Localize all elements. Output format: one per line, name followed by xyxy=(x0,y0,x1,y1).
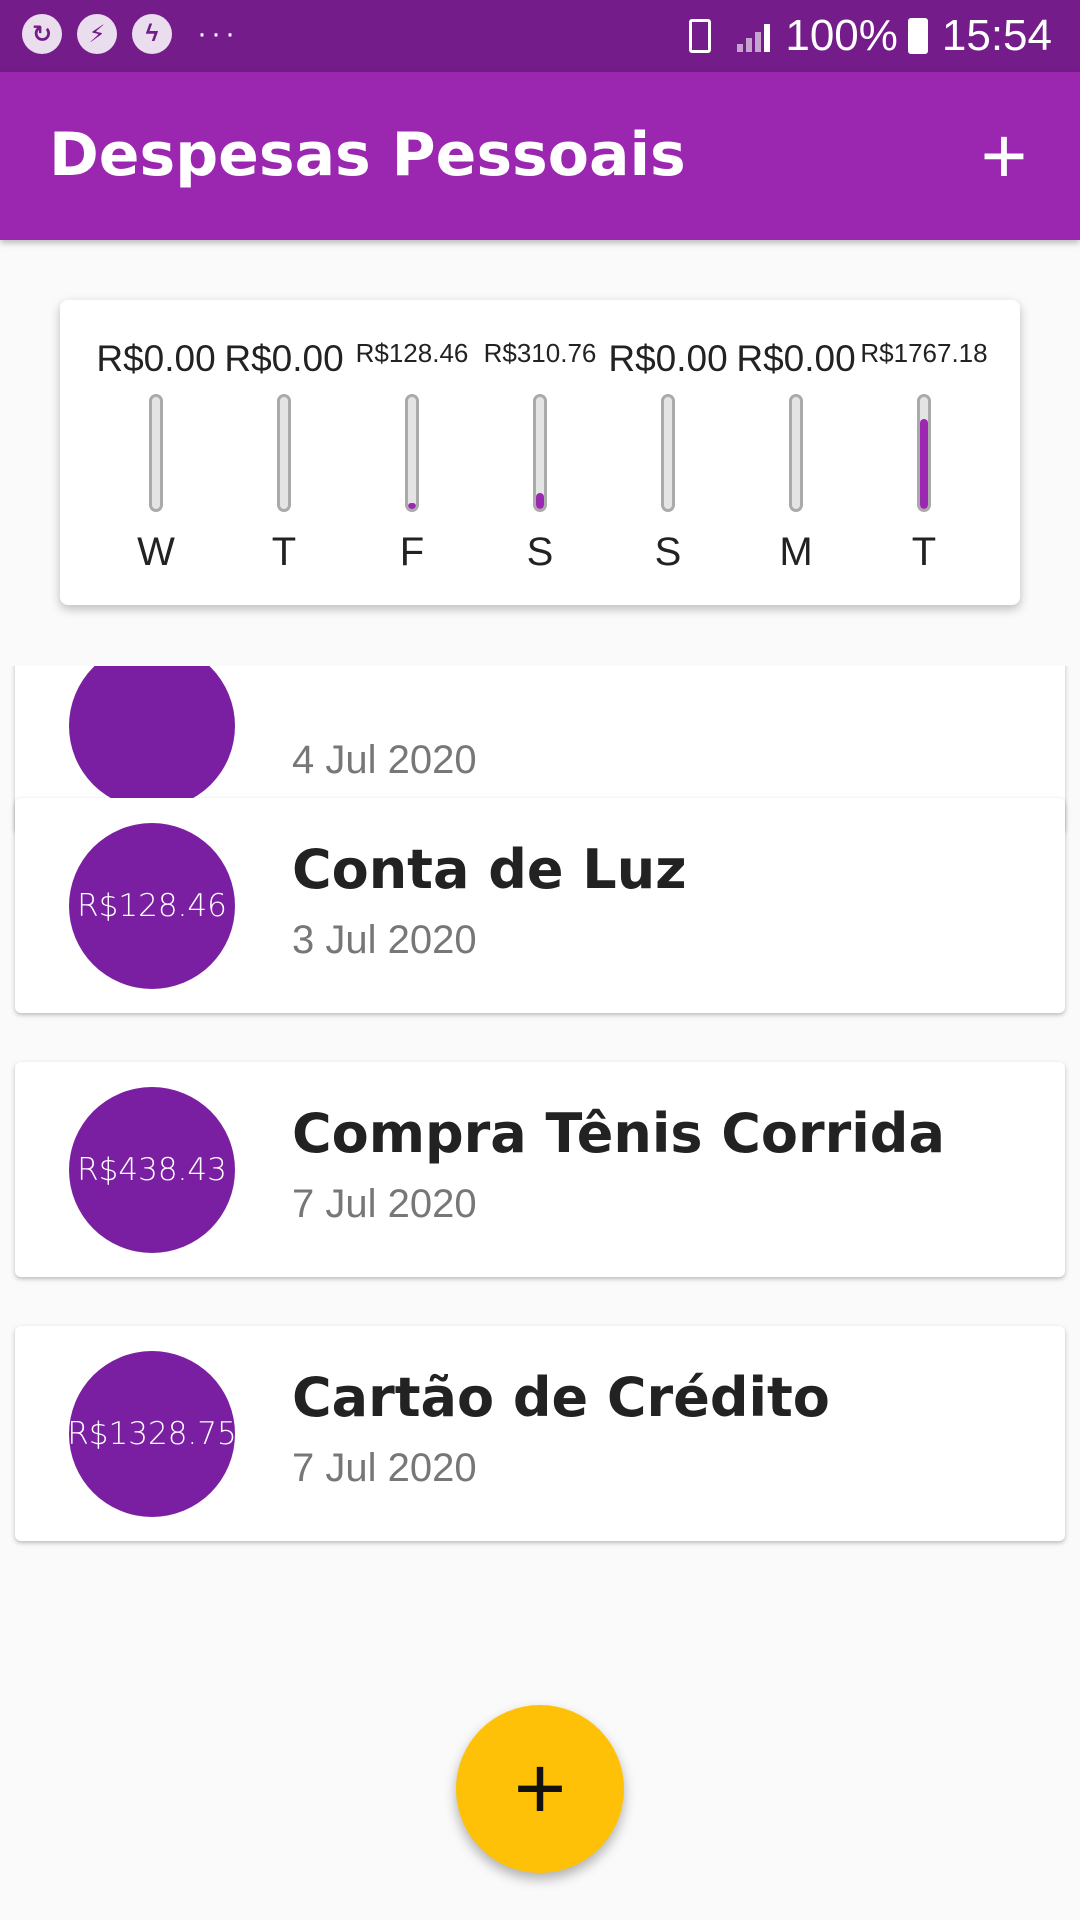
chart-day-column: R$0.00 M xyxy=(732,300,860,605)
chart-bar-track xyxy=(661,394,675,512)
chart-amount-label: R$0.00 xyxy=(608,338,728,379)
app-bar: Despesas Pessoais + xyxy=(0,72,1080,240)
more-notifications-icon: ··· xyxy=(197,17,239,50)
notification-icons: ↻ ⚡ ϟ ··· xyxy=(22,14,239,54)
sync-icon: ↻ xyxy=(22,14,62,54)
clock: 15:54 xyxy=(941,11,1052,60)
transaction-card: R$438.43 Compra Tênis Corrida 7 Jul 2020 xyxy=(15,1062,1065,1277)
chart-day-label: M xyxy=(779,530,813,574)
chart-amount-label: R$0.00 xyxy=(96,338,216,379)
chart-bar-track xyxy=(405,394,419,512)
transaction-amount-avatar xyxy=(69,666,235,809)
chart-day-label: S xyxy=(526,530,554,574)
transaction-amount-avatar: R$1328.75 xyxy=(67,1351,237,1517)
chart-bar-track xyxy=(917,394,931,512)
transaction-date: 4 Jul 2020 xyxy=(292,738,477,782)
transaction-card: R$128.46 Conta de Luz 3 Jul 2020 xyxy=(15,798,1065,1013)
weekly-chart-card: R$0.00 W R$0.00 T R$128.46 F R$310.76 S R$0.00 S R… xyxy=(60,300,1020,605)
chart-bar-fill xyxy=(920,419,928,509)
chart-bar-track xyxy=(277,394,291,512)
transaction-card: R$1328.75 Cartão de Crédito 7 Jul 2020 xyxy=(15,1326,1065,1541)
system-icons: 100% 15:54 xyxy=(689,10,1052,62)
chart-day-label: S xyxy=(654,530,682,574)
chart-day-label: T xyxy=(911,530,937,574)
chart-bar-fill xyxy=(536,493,544,509)
chart-amount-label: R$1767.18 xyxy=(860,338,988,368)
chart-amount-label: R$128.46 xyxy=(355,338,469,368)
transaction-title: Cartão de Crédito xyxy=(292,1366,830,1429)
chart-bar-fill xyxy=(408,502,416,509)
chart-day-column: R$0.00 W xyxy=(92,300,220,605)
chart-amount-label: R$310.76 xyxy=(483,338,597,368)
chart-day-column: R$128.46 F xyxy=(348,300,476,605)
chart-bar-track xyxy=(789,394,803,512)
chart-day-column: R$0.00 S xyxy=(604,300,732,605)
battery-icon xyxy=(907,18,928,54)
transaction-date: 7 Jul 2020 xyxy=(292,1182,477,1226)
transaction-title: Conta de Luz xyxy=(292,838,687,901)
chart-amount-label: R$0.00 xyxy=(224,338,344,379)
transaction-amount-avatar: R$438.43 xyxy=(69,1087,235,1253)
transaction-title: Compra Tênis Corrida xyxy=(292,1102,945,1165)
status-bar: ↻ ⚡ ϟ ··· 100% 15:54 xyxy=(0,0,1080,72)
battery-saver-icon xyxy=(689,19,712,53)
chart-bar-track xyxy=(533,394,547,512)
messenger-icon: ϟ xyxy=(132,14,172,54)
chart-day-column: R$1767.18 T xyxy=(860,300,988,605)
battery-percentage: 100% xyxy=(785,11,898,60)
add-transaction-button[interactable]: + xyxy=(964,116,1044,196)
chart-day-label: T xyxy=(271,530,297,574)
chart-day-label: W xyxy=(137,530,175,574)
transaction-amount-avatar: R$128.46 xyxy=(69,823,235,989)
chart-bar-track xyxy=(149,394,163,512)
run-icon: ⚡ xyxy=(77,14,117,54)
transaction-list[interactable]: 4 Jul 2020 R$128.46 Conta de Luz 3 Jul 2… xyxy=(0,666,1080,1566)
chart-day-column: R$0.00 T xyxy=(220,300,348,605)
signal-icon xyxy=(737,20,773,52)
transaction-date: 7 Jul 2020 xyxy=(292,1446,477,1490)
chart-day-column: R$310.76 S xyxy=(476,300,604,605)
transaction-date: 3 Jul 2020 xyxy=(292,918,477,962)
chart-amount-label: R$0.00 xyxy=(736,338,856,379)
page-title: Despesas Pessoais xyxy=(49,120,686,190)
add-transaction-fab[interactable]: + xyxy=(456,1705,624,1873)
chart-day-label: F xyxy=(399,530,425,574)
